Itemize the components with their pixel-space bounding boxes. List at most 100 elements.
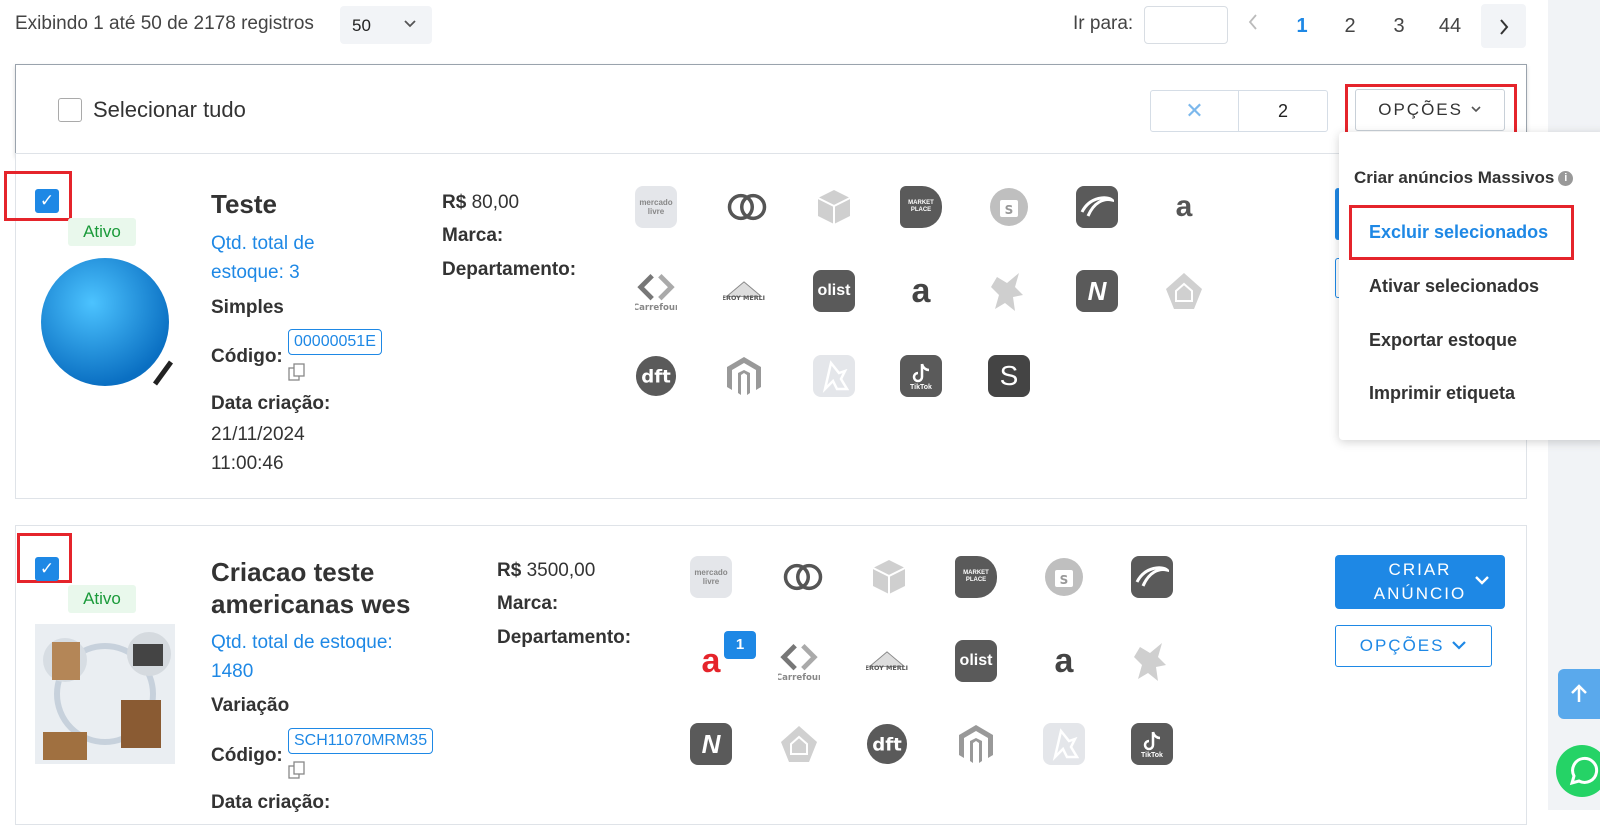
leroy-text: LEROY MERLIN [723,294,765,302]
mercadolivre-icon[interactable]: mercado livre [690,556,732,598]
mascot-icon[interactable] [1131,640,1173,682]
price-prefix: R$ [442,192,467,213]
dft-icon[interactable]: dft [866,723,908,765]
date-label: Data criação: [211,792,331,813]
whatsapp-icon[interactable] [1556,745,1600,797]
leroy-merlin-icon[interactable]: LEROY MERLIN [723,270,765,312]
kangaroo-icon[interactable] [1043,723,1085,765]
select-all-checkbox[interactable] [58,98,82,122]
department-label: Departamento: [442,259,577,280]
netshoes-icon[interactable]: N [690,723,732,765]
tiktok-icon[interactable]: TikTok [1131,723,1173,765]
shopify-s-icon[interactable]: S [988,355,1030,397]
marketplace-icon[interactable]: MARKET PLACE [955,556,997,598]
goto-page-input[interactable] [1144,6,1228,44]
product-image[interactable] [35,258,175,392]
page-3-link[interactable]: 3 [1379,8,1419,44]
department-label: Departamento: [497,627,632,648]
olist-icon[interactable]: olist [955,640,997,682]
records-summary: Exibindo 1 até 50 de 2178 registros [15,13,314,34]
copy-icon[interactable] [288,761,306,779]
product-code[interactable]: SCH11070MRM35 [288,728,434,754]
chevron-down-icon [1451,636,1467,655]
product-code[interactable]: 00000051E [288,329,382,355]
americanas-icon[interactable]: a [1163,186,1205,228]
stock-value[interactable]: 1480 [211,657,253,686]
amazon-icon[interactable]: a [900,270,942,312]
product-options-button[interactable]: OPÇÕES [1335,625,1492,667]
create-ad-button[interactable]: CRIAR ANÚNCIO [1335,555,1505,609]
selected-count-box: ✕ 2 [1150,90,1328,132]
product-options-label: OPÇÕES [1359,636,1445,655]
chevron-down-icon [1470,100,1482,119]
price-prefix: R$ [497,560,522,581]
price: R$ 3500,00 [497,556,595,585]
close-icon[interactable]: ✕ [1151,91,1239,131]
netshoes-icon[interactable]: N [1076,270,1118,312]
mascot-icon[interactable] [988,270,1030,312]
price: R$ 80,00 [442,188,519,217]
bulk-options-button[interactable]: OPÇÕES [1355,89,1505,131]
tiktok-text: TikTok [1141,751,1163,759]
scroll-to-top-button[interactable] [1558,669,1600,719]
product-type: Simples [211,297,284,318]
shopee-bag-icon[interactable]: S [988,186,1030,228]
swoosh-icon[interactable] [1131,556,1173,598]
highlight-box-delete [1349,205,1574,260]
leroy-merlin-icon[interactable]: LEROY MERLIN [866,640,908,682]
stock-link[interactable]: Qtd. total de estoque: 3 [211,229,361,287]
page-1-link[interactable]: 1 [1282,8,1322,44]
olist-icon[interactable]: olist [813,270,855,312]
next-page-button[interactable] [1481,4,1526,48]
svg-text:S: S [1005,203,1014,217]
bulk-options-label: OPÇÕES [1378,100,1463,119]
menu-item-export-stock[interactable]: Exportar estoque [1369,330,1517,351]
product-name-line1[interactable]: Criacao teste [211,556,374,588]
product-image[interactable] [35,624,175,764]
menu-item-activate-selected[interactable]: Ativar selecionados [1369,276,1539,297]
stock-link[interactable]: Qtd. total de estoque: [211,628,393,657]
linked-rings-icon[interactable] [726,186,768,228]
carrefour-icon[interactable]: Carrefour [635,270,677,313]
carrefour-text: Carrefour [778,673,820,683]
box-icon[interactable] [813,186,855,228]
mercadolivre-icon[interactable]: mercado livre [635,186,677,228]
shopee-bag-icon[interactable]: S [1043,556,1085,598]
leroy-text: LEROY MERLIN [866,664,908,672]
amazon-icon[interactable]: a [1043,640,1085,682]
brand-label: Marca: [442,225,504,246]
chevron-down-icon [402,16,418,37]
product-checkbox[interactable]: ✓ [35,557,59,581]
status-badge: Ativo [68,218,136,246]
goto-label: Ir para: [1073,13,1134,34]
dft-icon[interactable]: dft [635,355,677,397]
americanas-count-badge: 1 [724,631,756,659]
copy-icon[interactable] [288,363,306,381]
chevron-left-icon[interactable] [1233,8,1273,44]
product-type: Variação [211,695,290,716]
svg-text:S: S [1060,573,1069,587]
page-2-link[interactable]: 2 [1330,8,1370,44]
create-ad-label-1: CRIAR [1388,560,1452,579]
tiktok-icon[interactable]: TikTok [900,355,942,397]
page-44-link[interactable]: 44 [1430,8,1470,44]
house-icon[interactable] [1163,270,1205,312]
magento-icon[interactable] [955,723,997,765]
magento-icon[interactable] [723,355,765,397]
product-checkbox[interactable]: ✓ [35,189,59,213]
dft-text: dft [641,367,671,388]
product-name[interactable]: Teste [211,188,277,220]
carrefour-icon[interactable]: Carrefour [778,640,820,683]
house-icon[interactable] [778,723,820,765]
box-icon[interactable] [868,556,910,598]
swoosh-icon[interactable] [1076,186,1118,228]
bulk-options-menu: Criar anúncios Massivos i Excluir selecio… [1339,132,1600,440]
carrefour-text: Carrefour [635,303,677,313]
product-name-line2[interactable]: americanas wes [211,588,410,620]
linked-rings-icon[interactable] [782,556,824,598]
menu-item-create-bulk-ads[interactable]: Criar anúncios Massivos i [1354,168,1574,188]
marketplace-icon[interactable]: MARKET PLACE [900,186,942,228]
kangaroo-icon[interactable] [813,355,855,397]
menu-item-print-label[interactable]: Imprimir etiqueta [1369,383,1515,404]
per-page-select[interactable]: 50 [340,6,432,44]
